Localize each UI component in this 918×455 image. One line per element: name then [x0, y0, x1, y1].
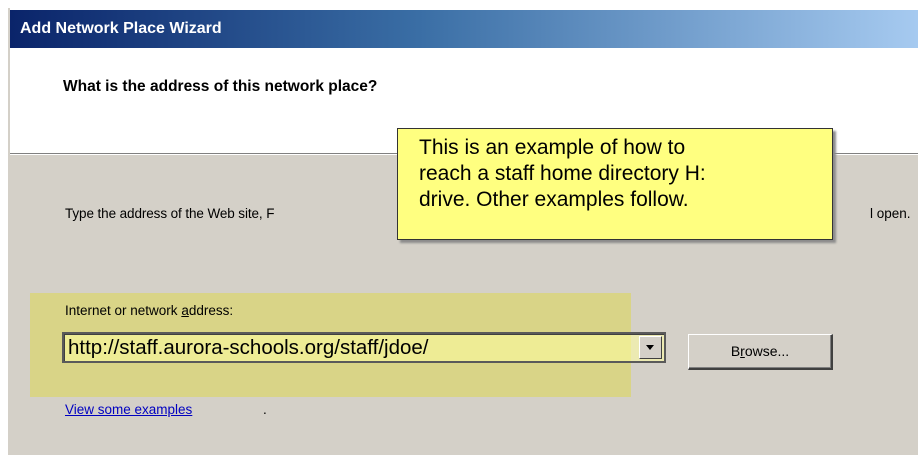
callout-line: reach a staff home directory H:: [419, 162, 706, 185]
window-title: Add Network Place Wizard: [20, 20, 222, 37]
page-title: What is the address of this network plac…: [63, 78, 378, 95]
window-title-bar[interactable]: Add Network Place Wizard: [10, 10, 918, 48]
address-label-part: Internet or network: [65, 303, 182, 318]
instructions-text-end: l open.: [870, 206, 911, 221]
address-dropdown-button[interactable]: [639, 336, 662, 359]
address-input[interactable]: http://staff.aurora-schools.org/staff/jd…: [68, 335, 428, 361]
address-label: Internet or network address:: [65, 303, 233, 318]
browse-label-part: owse...: [744, 343, 790, 359]
address-label-part: ddress:: [188, 303, 234, 318]
view-examples-link[interactable]: View some examples: [65, 402, 192, 417]
browse-button[interactable]: Browse...: [688, 334, 833, 370]
examples-link-period: .: [263, 402, 267, 417]
annotation-callout: This is an example of how to reach a sta…: [397, 128, 833, 240]
instructions-text: Type the address of the Web site, F: [65, 206, 275, 221]
callout-line: drive. Other examples follow.: [419, 188, 689, 211]
address-combobox[interactable]: http://staff.aurora-schools.org/staff/jd…: [62, 332, 666, 363]
browse-label-part: B: [730, 343, 741, 359]
chevron-down-icon: [646, 345, 654, 350]
address-label-accelerator: a: [181, 303, 189, 318]
callout-line: This is an example of how to: [419, 136, 686, 159]
